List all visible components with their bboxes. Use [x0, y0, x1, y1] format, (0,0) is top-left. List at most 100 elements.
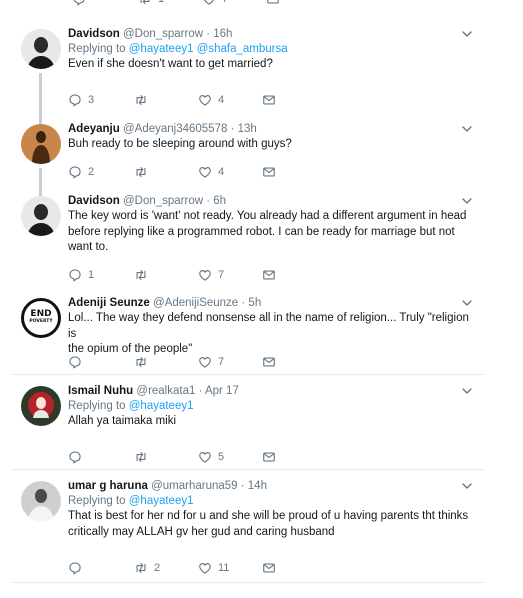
avatar[interactable]	[21, 196, 61, 236]
like-button[interactable]: 7	[198, 267, 224, 283]
reply-count: 2	[88, 166, 95, 178]
avatar[interactable]	[21, 386, 61, 426]
dm-button[interactable]	[262, 354, 276, 370]
tweet-text: Even if she doesn't want to get married?	[68, 58, 273, 70]
reply-button[interactable]: 1	[68, 267, 94, 283]
tweet[interactable]: Ismail Nuhu @realkata1 · Apr 17 Replying…	[12, 384, 484, 466]
divider	[12, 469, 484, 470]
reply-button[interactable]: 2	[68, 164, 94, 180]
like-button[interactable]: 7	[202, 0, 228, 7]
display-name[interactable]: Adeniji Seunze	[68, 297, 150, 309]
retweet-button[interactable]	[134, 92, 148, 108]
reply-count: 1	[88, 269, 95, 281]
retweet-icon	[134, 450, 148, 464]
like-count: 11	[218, 562, 230, 574]
like-button[interactable]: 5	[198, 449, 224, 465]
handle-and-time: @umarharuna59 · 14h	[151, 480, 267, 492]
chevron-down-icon[interactable]	[460, 479, 474, 493]
reply-button[interactable]	[72, 0, 86, 7]
dm-button[interactable]	[262, 267, 276, 283]
display-name[interactable]: Adeyanju	[68, 123, 120, 135]
like-count: 4	[218, 166, 225, 178]
handle-and-time: @Don_sparrow · 6h	[122, 195, 227, 207]
display-name[interactable]: Ismail Nuhu	[68, 385, 133, 397]
dm-button[interactable]	[266, 0, 280, 7]
retweet-icon	[134, 93, 148, 107]
dm-button[interactable]	[262, 449, 276, 465]
retweet-button[interactable]	[134, 267, 148, 283]
reply-icon	[68, 165, 82, 179]
tweet[interactable]: Davidson @Don_sparrow · 6h The key word …	[12, 194, 484, 286]
thread-line	[39, 73, 42, 127]
chevron-down-icon[interactable]	[460, 27, 474, 41]
tweet[interactable]: END POVERTY Adeniji Seunze @AdenijiSeunz…	[12, 296, 484, 371]
like-icon	[202, 0, 216, 6]
reply-icon	[68, 561, 82, 575]
reply-count: 3	[88, 94, 95, 106]
reply-button[interactable]	[68, 449, 82, 465]
dm-button[interactable]	[262, 164, 276, 180]
envelope-icon	[262, 355, 276, 369]
like-count: 4	[218, 94, 225, 106]
dm-button[interactable]	[262, 560, 276, 576]
retweet-button[interactable]	[134, 354, 148, 370]
chevron-down-icon[interactable]	[460, 384, 474, 398]
chevron-down-icon[interactable]	[460, 122, 474, 136]
retweet-button[interactable]: 2	[134, 560, 160, 576]
retweet-icon	[134, 355, 148, 369]
tweet-actions: 5	[68, 449, 328, 465]
reply-button[interactable]	[68, 560, 82, 576]
tweet[interactable]: Davidson @Don_sparrow · 16h Replying to …	[12, 27, 484, 127]
replies-panel: 1 7 Davidson @Don_sparrow · 16h Replying…	[12, 0, 484, 598]
reply-button[interactable]: 3	[68, 92, 94, 108]
reply-icon	[68, 355, 82, 369]
avatar[interactable]	[21, 29, 61, 69]
retweet-count: 2	[154, 562, 161, 574]
tweet-actions: 3 4	[68, 92, 328, 108]
tweet-text: That is best for her nd for u and she wi…	[68, 510, 469, 538]
chevron-down-icon[interactable]	[460, 296, 474, 310]
tweet-text: The key word is 'want' not ready. You al…	[68, 210, 467, 253]
tweet-text: Buh ready to be sleeping around with guy…	[68, 138, 292, 150]
handle-and-time: @AdenijiSeunze · 5h	[153, 297, 262, 309]
like-count: 5	[218, 451, 225, 463]
retweet-button[interactable]	[134, 164, 148, 180]
envelope-icon	[262, 165, 276, 179]
dm-button[interactable]	[262, 92, 276, 108]
like-button[interactable]: 11	[198, 560, 229, 576]
like-count: 7	[222, 0, 228, 5]
mention-link[interactable]: @hayateey1	[129, 400, 194, 412]
retweet-icon	[134, 268, 148, 282]
retweet-icon	[134, 165, 148, 179]
like-button[interactable]: 4	[198, 92, 224, 108]
avatar[interactable]	[21, 124, 61, 164]
divider	[12, 582, 484, 583]
tweet[interactable]: Adeyanju @Adeyanj34605578 · 13h Buh read…	[12, 122, 484, 198]
like-count: 7	[218, 356, 225, 368]
envelope-icon	[266, 0, 280, 6]
avatar[interactable]	[21, 481, 61, 521]
like-icon	[198, 268, 212, 282]
like-icon	[198, 355, 212, 369]
avatar[interactable]: END POVERTY	[21, 298, 61, 338]
mention-link[interactable]: @hayateey1 @shafa_ambursa	[129, 43, 288, 55]
retweet-button[interactable]: 1	[138, 0, 164, 7]
chevron-down-icon[interactable]	[460, 194, 474, 208]
reply-button[interactable]	[68, 354, 82, 370]
mention-link[interactable]: @hayateey1	[129, 495, 194, 507]
like-button[interactable]: 4	[198, 164, 224, 180]
like-icon	[198, 561, 212, 575]
like-icon	[198, 165, 212, 179]
replying-to: Replying to @hayateey1	[68, 400, 194, 412]
display-name[interactable]: umar g haruna	[68, 480, 148, 492]
tweet-text: Lol... The way they defend nonsense all …	[68, 312, 469, 355]
tweet[interactable]: umar g haruna @umarharuna59 · 14h Replyi…	[12, 479, 484, 579]
like-button[interactable]: 7	[198, 354, 224, 370]
display-name[interactable]: Davidson	[68, 195, 120, 207]
replying-to: Replying to @hayateey1 @shafa_ambursa	[68, 43, 288, 55]
like-icon	[198, 450, 212, 464]
tweet-actions: 7	[68, 354, 328, 370]
retweet-icon	[138, 0, 152, 6]
retweet-button[interactable]	[134, 449, 148, 465]
display-name[interactable]: Davidson	[68, 28, 120, 40]
